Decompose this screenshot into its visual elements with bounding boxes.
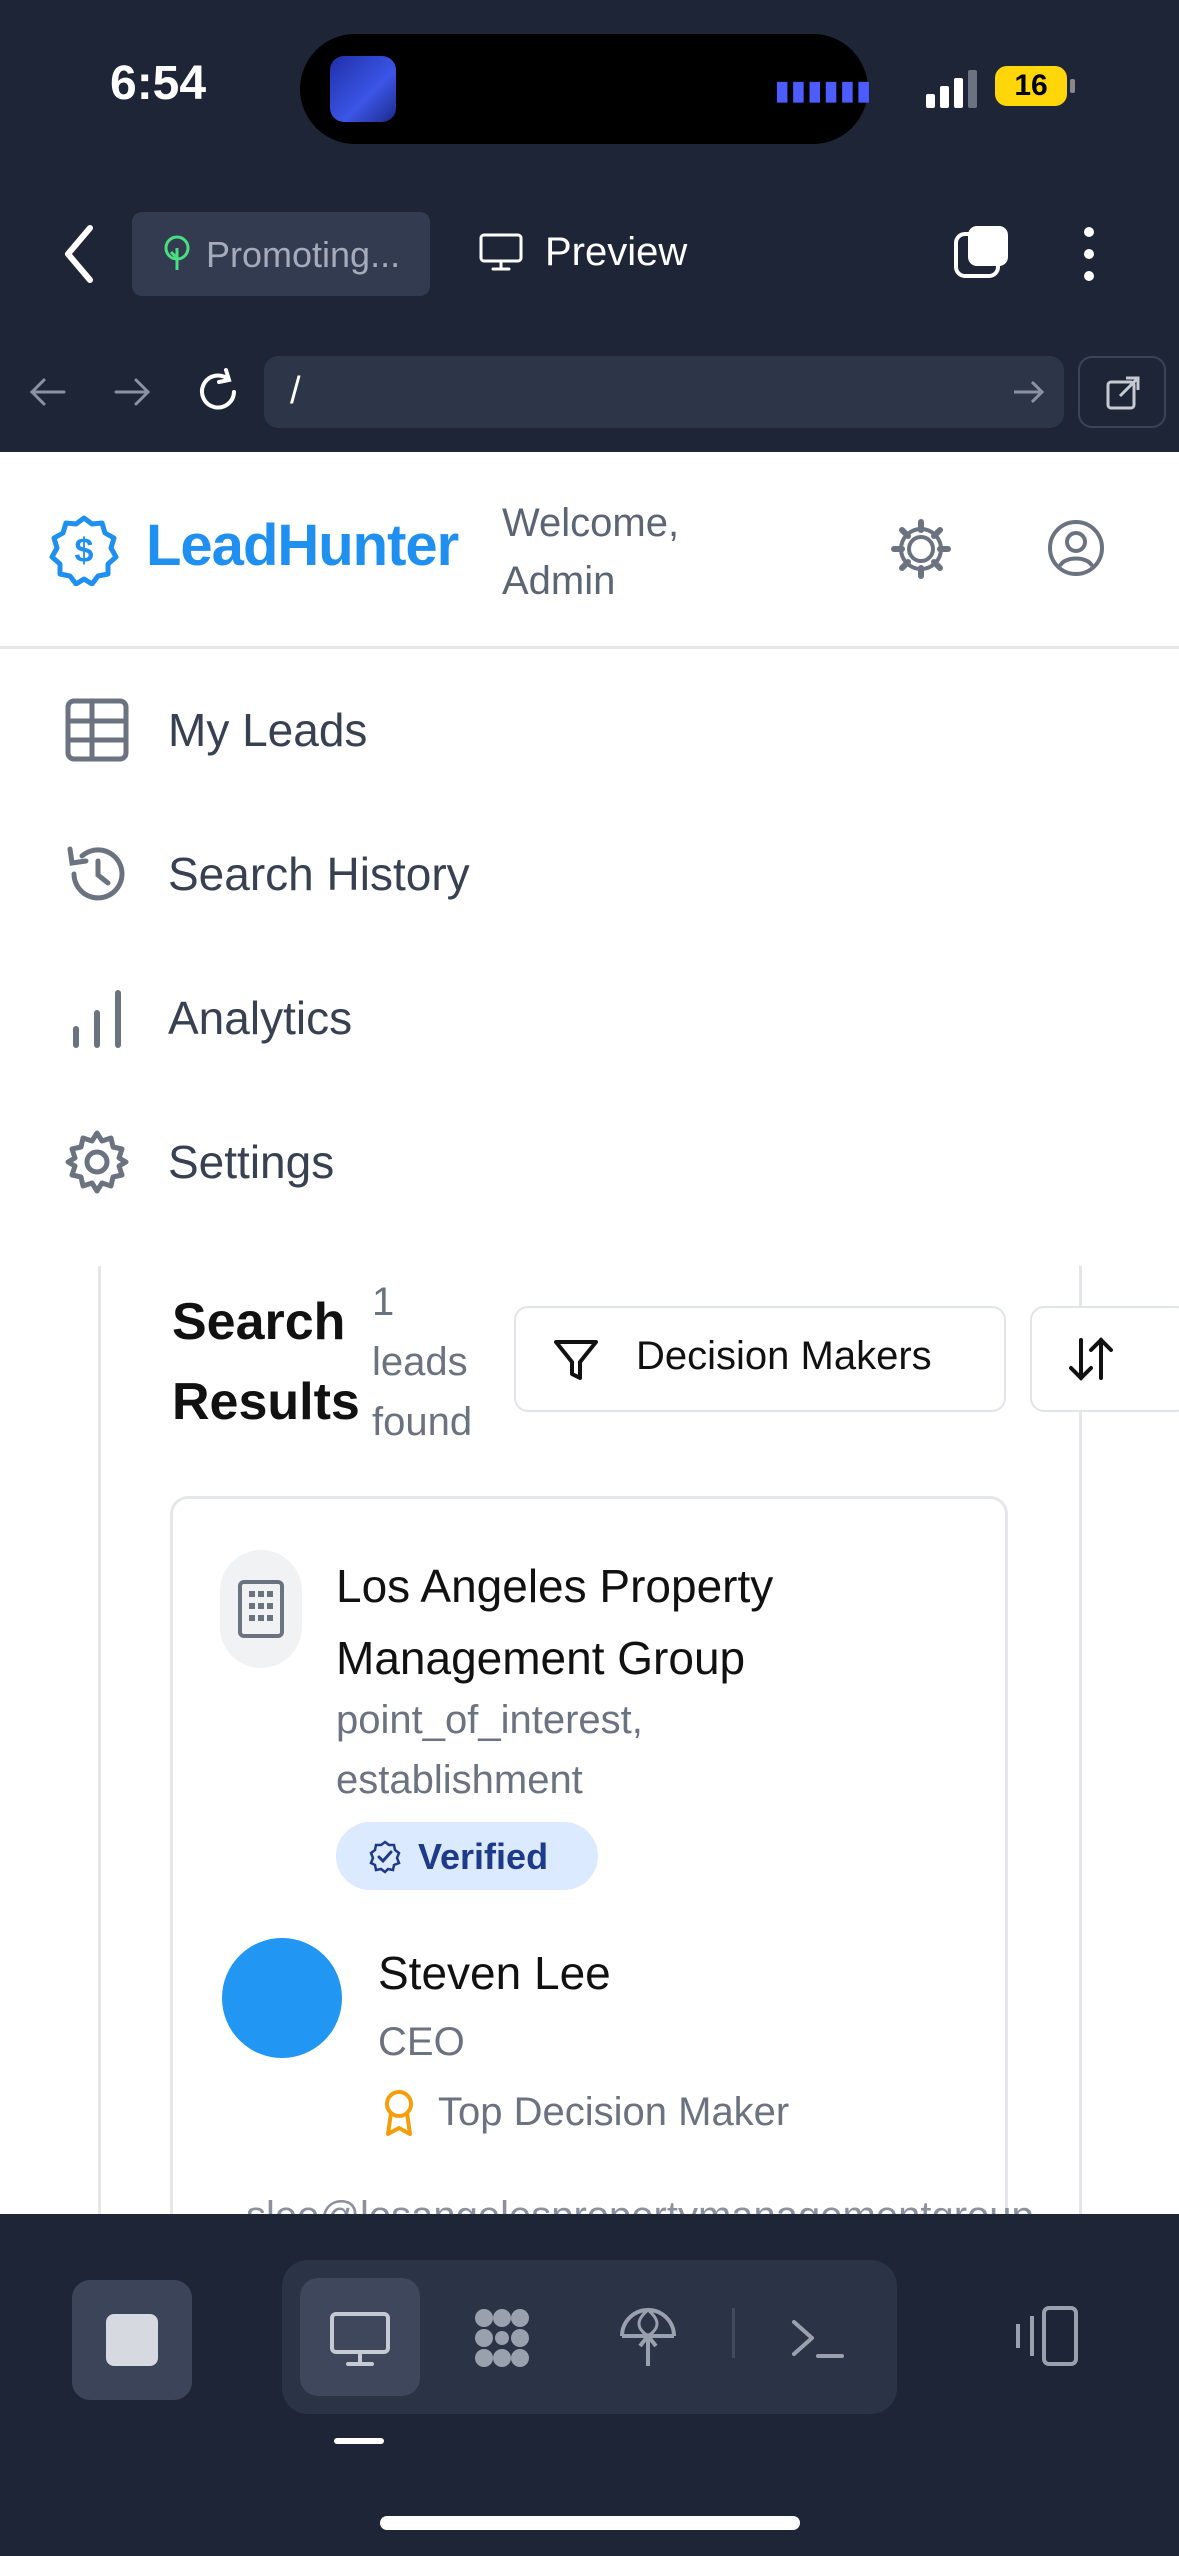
decision-maker-label: Top Decision Maker xyxy=(438,2090,790,2134)
company-type-line: establishment xyxy=(336,1758,583,1802)
results-count-text: found xyxy=(372,1400,473,1444)
reload-icon[interactable] xyxy=(192,366,244,418)
results-title-line: Search xyxy=(172,1293,346,1351)
arrow-right-icon[interactable] xyxy=(110,370,154,414)
nav-label: Search History xyxy=(168,848,470,900)
url-text: / xyxy=(290,370,301,412)
avatar xyxy=(222,1938,342,2058)
welcome-line: Welcome, xyxy=(502,501,680,545)
sort-arrows-icon xyxy=(1069,1337,1113,1381)
toolbar-divider xyxy=(732,2308,735,2358)
status-time: 6:54 xyxy=(110,57,207,110)
preview-button[interactable]: Preview xyxy=(545,230,687,275)
brand-logo-text[interactable]: LeadHunter xyxy=(146,512,459,579)
nav-item-analytics[interactable]: Analytics xyxy=(0,948,1179,1088)
external-link-icon xyxy=(1106,376,1140,410)
award-icon xyxy=(385,2090,413,2136)
contact-role: CEO xyxy=(378,2020,465,2064)
company-name[interactable]: Los Angeles Property Management Group xyxy=(336,1550,976,1694)
cell-signal-icon xyxy=(926,70,977,108)
terminal-icon[interactable] xyxy=(786,2306,850,2370)
bar-chart-icon xyxy=(73,990,121,1048)
go-arrow-icon[interactable] xyxy=(1010,374,1046,410)
welcome-text: Welcome, Admin xyxy=(502,494,722,610)
results-title-line: Results xyxy=(172,1373,360,1431)
desktop-icon xyxy=(330,2312,390,2366)
svg-text:$: $ xyxy=(75,532,94,570)
results-count: 1 leads found xyxy=(372,1272,502,1452)
building-icon xyxy=(238,1580,284,1638)
deploy-icon[interactable] xyxy=(616,2306,680,2370)
tabs-icon[interactable] xyxy=(952,222,1012,282)
now-playing-thumbnail xyxy=(330,56,396,122)
arrow-left-icon[interactable] xyxy=(26,370,70,414)
settings-gear-icon[interactable] xyxy=(890,518,952,580)
results-count-number: 1 xyxy=(372,1280,395,1324)
nav-label: My Leads xyxy=(168,704,368,756)
results-title: Search Results xyxy=(172,1282,372,1442)
verified-label: Verified xyxy=(418,1836,549,1877)
more-vertical-icon[interactable] xyxy=(1075,224,1103,284)
tree-icon xyxy=(164,235,190,270)
nav-label: Settings xyxy=(168,1136,335,1188)
company-types: point_of_interest, establishment xyxy=(336,1690,976,1810)
verified-check-icon xyxy=(369,1840,401,1874)
filter-label: Decision Makers xyxy=(636,1334,932,1378)
gear-icon xyxy=(65,1130,129,1194)
dollar-badge-icon[interactable]: $ xyxy=(48,514,120,586)
home-indicator[interactable] xyxy=(380,2516,800,2530)
nav-label: Analytics xyxy=(168,992,353,1044)
welcome-user: Admin xyxy=(502,559,616,603)
active-tool-indicator xyxy=(334,2438,384,2444)
url-input[interactable] xyxy=(264,356,1064,428)
nav-item-my-leads[interactable]: My Leads xyxy=(0,660,1179,800)
audio-wave-icon: ▮▮▮▮▮▮ xyxy=(775,75,873,105)
company-name-line: Management Group xyxy=(336,1632,746,1684)
promoting-label: Promoting... xyxy=(206,234,401,275)
stop-icon xyxy=(106,2314,158,2366)
battery-indicator: 16 xyxy=(995,66,1075,106)
company-type-line: point_of_interest, xyxy=(336,1698,643,1742)
open-external-button[interactable] xyxy=(1078,356,1166,428)
monitor-icon[interactable] xyxy=(478,232,524,272)
back-chevron-icon[interactable] xyxy=(62,222,96,286)
company-name-line: Los Angeles Property xyxy=(336,1560,774,1612)
contact-name[interactable]: Steven Lee xyxy=(378,1946,611,2000)
filter-icon xyxy=(554,1340,598,1380)
nav-item-search-history[interactable]: Search History xyxy=(0,804,1179,944)
user-circle-icon[interactable] xyxy=(1046,518,1106,578)
apps-grid-icon[interactable] xyxy=(470,2306,534,2370)
results-count-text: leads xyxy=(372,1340,468,1384)
nav-item-settings[interactable]: Settings xyxy=(0,1092,1179,1232)
device-switch-icon[interactable] xyxy=(1010,2304,1082,2368)
history-icon xyxy=(67,846,125,901)
table-icon xyxy=(65,698,129,762)
